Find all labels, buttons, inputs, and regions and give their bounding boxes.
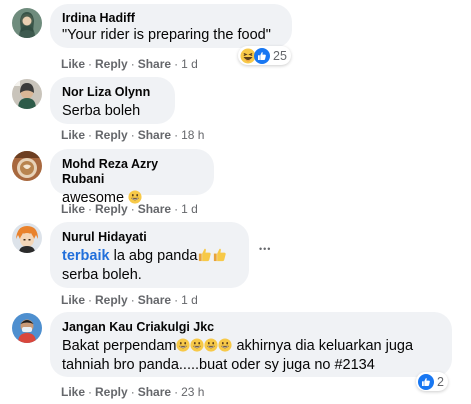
grinning-face-icon bbox=[190, 338, 204, 352]
share-link[interactable]: Share bbox=[138, 202, 171, 216]
comment-bubble: Nor Liza Olynn Serba boleh bbox=[50, 77, 175, 124]
timestamp[interactable]: 1 d bbox=[181, 57, 198, 71]
thumbs-up-icon bbox=[212, 247, 227, 262]
comment-bubble: Jangan Kau Criakulgi Jkc Bakat perpendam… bbox=[50, 312, 452, 377]
avatar[interactable] bbox=[12, 313, 42, 343]
grinning-face-icon bbox=[218, 338, 232, 352]
mention-tag[interactable]: terbaik bbox=[62, 248, 110, 264]
like-link[interactable]: Like bbox=[61, 202, 85, 216]
reactions-badge[interactable]: 25 bbox=[238, 46, 291, 65]
commenter-name[interactable]: Nor Liza Olynn bbox=[62, 85, 163, 100]
reply-link[interactable]: Reply bbox=[95, 57, 128, 71]
avatar[interactable] bbox=[12, 8, 42, 38]
comment-actions: Like · Reply · Share · 1 d bbox=[61, 57, 198, 71]
timestamp[interactable]: 1 d bbox=[181, 293, 198, 307]
grinning-face-icon bbox=[204, 338, 218, 352]
reaction-count: 2 bbox=[437, 374, 444, 389]
comment-actions: Like · Reply · Share · 1 d bbox=[61, 202, 198, 216]
thumbs-up-icon bbox=[197, 247, 212, 262]
like-link[interactable]: Like bbox=[61, 293, 85, 307]
like-icon bbox=[418, 374, 434, 390]
like-icon bbox=[254, 48, 270, 64]
share-link[interactable]: Share bbox=[138, 293, 171, 307]
timestamp[interactable]: 1 d bbox=[181, 202, 198, 216]
comment-text-line-1: terbaik la abg panda bbox=[62, 247, 237, 266]
comment-bubble: Mohd Reza Azry Rubani awesome bbox=[50, 149, 214, 206]
reaction-count: 25 bbox=[273, 48, 287, 63]
like-link[interactable]: Like bbox=[61, 57, 85, 71]
comment-1: Irdina Hadiff "Your rider is preparing t… bbox=[0, 0, 471, 75]
comment-actions: Like · Reply · Share · 1 d bbox=[61, 293, 198, 307]
comment-actions: Like · Reply · Share · 18 h bbox=[61, 128, 205, 142]
reply-link[interactable]: Reply bbox=[95, 202, 128, 216]
comment-5: Jangan Kau Criakulgi Jkc Bakat perpendam… bbox=[0, 310, 471, 404]
timestamp[interactable]: 18 h bbox=[181, 128, 204, 142]
comment-text-line-1: Bakat perpendam akhirnya dia keluarkan j… bbox=[62, 338, 414, 354]
commenter-name[interactable]: Jangan Kau Criakulgi Jkc bbox=[62, 320, 440, 335]
share-link[interactable]: Share bbox=[138, 57, 171, 71]
share-link[interactable]: Share bbox=[138, 385, 171, 399]
comment-text: "Your rider is preparing the food" bbox=[62, 27, 271, 43]
avatar[interactable] bbox=[12, 223, 42, 253]
comment-3: Mohd Reza Azry Rubani awesome Like · Reply… bbox=[0, 147, 471, 222]
like-link[interactable]: Like bbox=[61, 385, 85, 399]
share-link[interactable]: Share bbox=[138, 128, 171, 142]
reply-link[interactable]: Reply bbox=[95, 128, 128, 142]
reply-link[interactable]: Reply bbox=[95, 385, 128, 399]
comment-bubble: Nurul Hidayati terbaik la abg panda serb… bbox=[50, 222, 249, 288]
commenter-name[interactable]: Nurul Hidayati bbox=[62, 230, 237, 245]
comment-text: Serba boleh bbox=[62, 103, 141, 119]
comment-2: Nor Liza Olynn Serba boleh Like · Reply · Sh… bbox=[0, 75, 471, 150]
avatar[interactable] bbox=[12, 151, 42, 181]
like-link[interactable]: Like bbox=[61, 128, 85, 142]
comment-text-line-2: tahniah bro panda.....buat oder sy juga … bbox=[62, 357, 375, 373]
comment-text-line-2: serba boleh. bbox=[62, 267, 142, 283]
reply-link[interactable]: Reply bbox=[95, 293, 128, 307]
comment-actions: Like · Reply · Share · 23 h bbox=[61, 385, 205, 399]
commenter-name[interactable]: Mohd Reza Azry Rubani bbox=[62, 157, 202, 187]
comment-4: Nurul Hidayati terbaik la abg panda serb… bbox=[0, 220, 471, 310]
avatar[interactable] bbox=[12, 79, 42, 109]
timestamp[interactable]: 23 h bbox=[181, 385, 204, 399]
more-options-icon[interactable]: ••• bbox=[259, 244, 271, 254]
reactions-badge[interactable]: 2 bbox=[416, 372, 448, 391]
grinning-face-icon bbox=[176, 338, 190, 352]
comment-bubble: Irdina Hadiff "Your rider is preparing t… bbox=[50, 4, 292, 48]
commenter-name[interactable]: Irdina Hadiff bbox=[62, 11, 280, 26]
